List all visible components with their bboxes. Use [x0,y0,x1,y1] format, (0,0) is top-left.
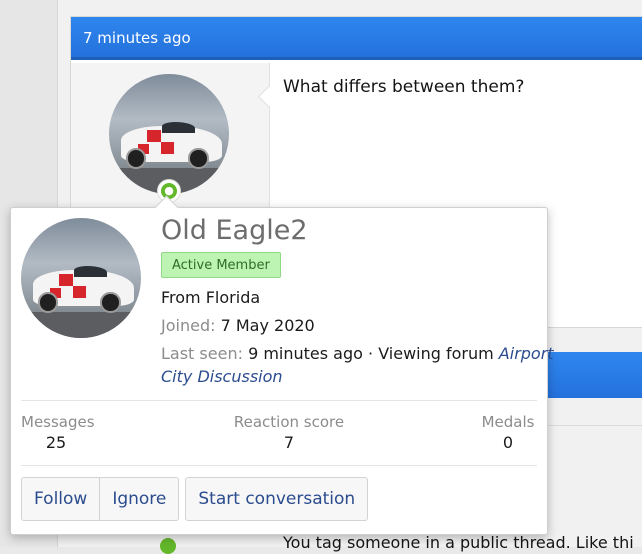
last-seen-value: 9 minutes ago · Viewing forum [248,344,499,363]
member-tooltip: Old Eagle2 Active Member From Florida Jo… [10,207,554,535]
next-post-message: You tag someone in a public thread. Like… [283,533,634,552]
next-post-divider [546,425,642,426]
last-seen-label: Last seen: [161,344,243,363]
joined-label: Joined: [161,316,216,335]
stat-messages[interactable]: Messages 25 [21,413,95,452]
tooltip-avatar[interactable] [21,218,141,338]
follow-button[interactable]: Follow [21,477,101,521]
username-link[interactable]: Old Eagle2 [161,215,308,246]
divider [21,465,537,466]
user-online-icon [160,538,176,554]
divider [21,400,537,401]
stat-medals[interactable]: Medals 0 [477,413,539,452]
joined-value: 7 May 2020 [220,316,315,335]
message-arrow [257,85,280,108]
viewing-forum-link-part1[interactable]: Airport [499,344,554,363]
joined-line: Joined: 7 May 2020 [161,316,315,335]
ignore-button[interactable]: Ignore [100,477,180,521]
stat-reaction-score[interactable]: Reaction score 7 [229,413,349,452]
post-message: What differs between them? [283,77,525,97]
next-post-header [546,352,642,398]
post-avatar[interactable] [109,74,229,194]
tooltip-actions: Follow Ignore Start conversation [21,477,369,521]
viewing-forum-link-part2[interactable]: City Discussion [161,367,283,386]
post-timestamp[interactable]: 7 minutes ago [83,29,191,47]
user-location: From Florida [161,288,261,307]
last-seen-line: Last seen: 9 minutes ago · Viewing forum… [161,344,554,363]
post-timestamp-header: 7 minutes ago [71,17,642,60]
user-title-badge: Active Member [161,252,281,278]
start-conversation-button[interactable]: Start conversation [185,477,369,521]
